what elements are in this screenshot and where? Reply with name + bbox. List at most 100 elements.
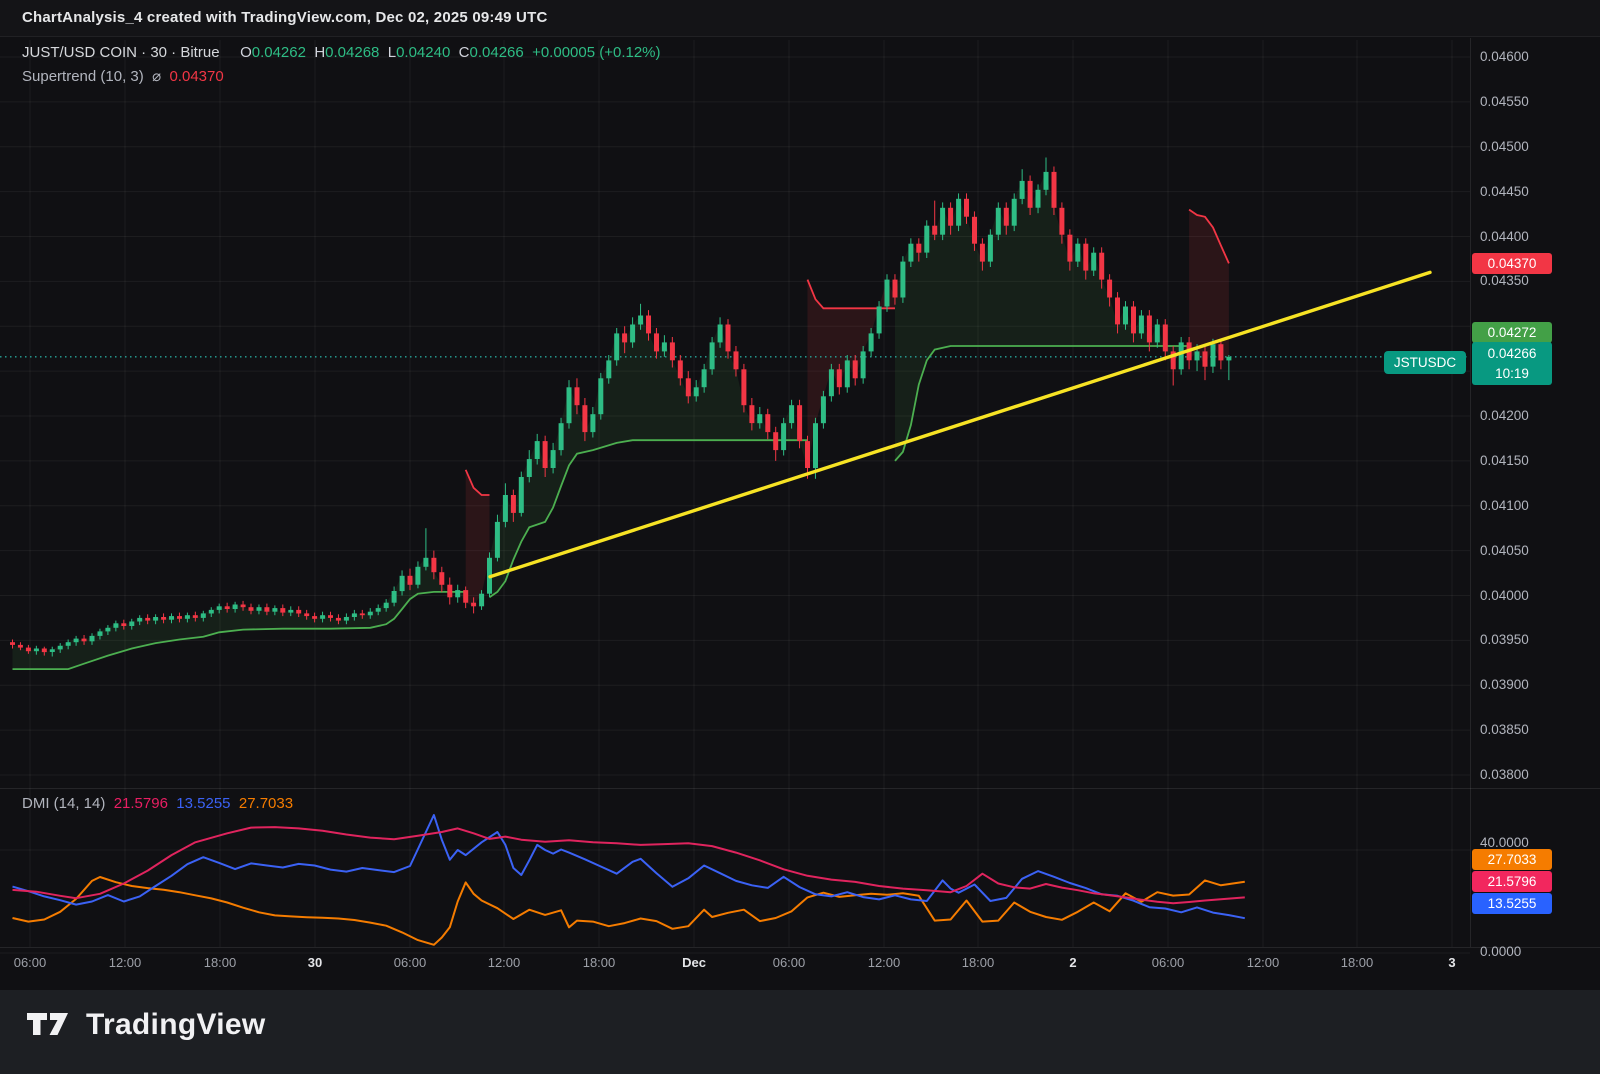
supertrend-legend[interactable]: Supertrend (10, 3) ⌀ 0.04370: [22, 67, 224, 85]
candle-body: [877, 307, 882, 334]
candle-body: [638, 316, 643, 325]
supertrend-fill: [895, 172, 1189, 461]
time-axis-label: 3: [1448, 954, 1455, 972]
candle-body: [1218, 344, 1223, 360]
candle-body: [861, 351, 866, 378]
candle-body: [535, 441, 540, 459]
candle-body: [113, 623, 118, 628]
time-axis-label: 06:00: [773, 954, 806, 972]
price-axis-label: 0.04400: [1480, 229, 1529, 245]
candle-body: [447, 585, 452, 598]
candle-body: [217, 606, 222, 610]
candle-body: [694, 387, 699, 396]
candle-body: [559, 423, 564, 450]
supertrend-avg-icon: ⌀: [152, 68, 161, 85]
candle-body: [344, 617, 349, 621]
price-axis-label: 0.04050: [1480, 543, 1529, 559]
candle-body: [678, 360, 683, 378]
candle-body: [614, 333, 619, 360]
candle-body: [797, 405, 802, 441]
tradingview-logo[interactable]: TradingView: [26, 1008, 265, 1042]
candle-body: [439, 572, 444, 585]
candle-body: [869, 333, 874, 351]
candle-body: [392, 591, 397, 603]
candle-body: [940, 208, 945, 235]
candle-body: [1075, 244, 1080, 262]
candle-body: [630, 325, 635, 343]
candle-body: [368, 612, 373, 616]
candle-body: [916, 244, 921, 253]
candle-body: [400, 576, 405, 591]
candle-body: [1147, 316, 1152, 343]
candle-body: [225, 606, 230, 609]
time-axis-label: 30: [308, 954, 322, 972]
candle-body: [169, 616, 174, 620]
dmi-minus_di-line: [13, 815, 1245, 918]
symbol-legend[interactable]: JUST/USD COIN · 30 · Bitrue O0.04262 H0.…: [22, 44, 661, 61]
candle-body: [328, 615, 333, 618]
candle-body: [296, 610, 301, 614]
candle-body: [734, 351, 739, 369]
candle-body: [821, 396, 826, 423]
candle-body: [662, 342, 667, 351]
candle-body: [415, 567, 420, 585]
candle-body: [527, 459, 532, 477]
candle-body: [26, 648, 31, 652]
candle-body: [829, 369, 834, 396]
candle-body: [352, 613, 357, 617]
candle-body: [590, 414, 595, 432]
price-axis-label: 0.04350: [1480, 273, 1529, 289]
candle-body: [598, 378, 603, 414]
time-axis-label: 12:00: [1247, 954, 1280, 972]
candle-body: [1067, 235, 1072, 262]
candle-body: [137, 618, 142, 622]
candle-body: [376, 608, 381, 612]
low-label: L: [388, 44, 396, 61]
tradingview-logo-icon: [26, 1010, 72, 1040]
candle-body: [471, 603, 476, 607]
chart-canvas[interactable]: [0, 0, 1600, 990]
candle-body: [996, 208, 1001, 235]
countdown-timer: 10:19: [1472, 364, 1552, 383]
candle-body: [1028, 181, 1033, 208]
candle-body: [853, 360, 858, 378]
candle-body: [1044, 172, 1049, 190]
candle-body: [463, 590, 468, 603]
dmi-legend[interactable]: DMI (14, 14) 21.5796 13.5255 27.7033: [22, 795, 293, 812]
candle-body: [74, 639, 79, 643]
candle-body: [455, 590, 460, 597]
candle-body: [893, 280, 898, 298]
dmi-minus-di-value: 13.5255: [176, 795, 230, 812]
candle-body: [360, 613, 365, 615]
candle-body: [900, 262, 905, 298]
candle-body: [161, 617, 166, 620]
supertrend-name: Supertrend (10, 3): [22, 68, 144, 85]
time-axis-label: 18:00: [583, 954, 616, 972]
candle-body: [193, 615, 198, 618]
candle-body: [423, 558, 428, 567]
candle-body: [924, 226, 929, 253]
supertrend-price-tag: 0.04370: [1472, 253, 1552, 274]
candle-body: [654, 333, 659, 351]
candle-body: [201, 613, 206, 618]
candle-body: [384, 603, 389, 608]
candle-body: [1195, 351, 1200, 360]
candle-body: [129, 622, 134, 627]
high-label: H: [314, 44, 325, 61]
candle-body: [757, 414, 762, 423]
candle-body: [845, 360, 850, 387]
candle-body: [908, 244, 913, 262]
candle-body: [431, 558, 436, 572]
time-axis-label: 18:00: [204, 954, 237, 972]
close-label: C: [459, 44, 470, 61]
time-axis-label: 18:00: [962, 954, 995, 972]
candle-body: [249, 607, 254, 611]
candle-body: [749, 405, 754, 423]
candle-body: [1155, 325, 1160, 343]
candle-body: [964, 199, 969, 217]
tradingview-chart-window: ChartAnalysis_4 created with TradingView…: [0, 0, 1600, 1074]
last-price-value: 0.04266: [1472, 343, 1552, 364]
candle-body: [320, 615, 325, 619]
candle-body: [280, 608, 285, 613]
candle-body: [1020, 181, 1025, 199]
